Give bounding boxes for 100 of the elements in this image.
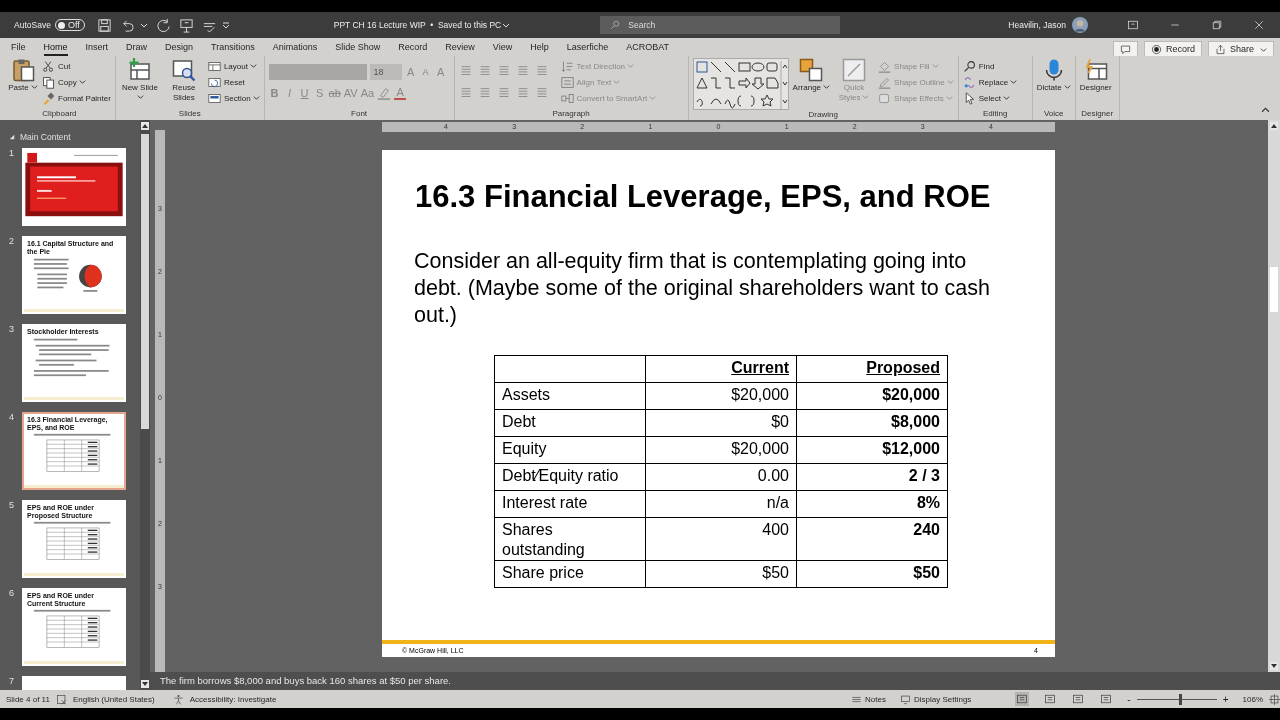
table-cell: 240 bbox=[913, 521, 940, 538]
customize-icon[interactable] bbox=[221, 21, 230, 29]
language-label[interactable]: English (United States) bbox=[72, 694, 155, 704]
accessibility-status[interactable]: Accessibility: Investigate bbox=[189, 694, 277, 704]
autosave-label: AutoSave bbox=[14, 20, 51, 30]
zoom-level[interactable]: 106% bbox=[1242, 694, 1263, 704]
reuse-slides-button[interactable]: Reuse Slides bbox=[163, 58, 204, 103]
spelling-check-icon[interactable] bbox=[55, 693, 67, 705]
slideshow-icon[interactable] bbox=[1099, 692, 1114, 706]
search-icon bbox=[962, 59, 976, 73]
scroll-down-icon[interactable] bbox=[141, 680, 149, 688]
ribbon-tab[interactable]: Record bbox=[389, 38, 437, 56]
caret-icon bbox=[1063, 83, 1071, 90]
caret-icon[interactable] bbox=[502, 21, 511, 29]
ribbon-tab[interactable]: ACROBAT bbox=[617, 38, 679, 56]
table-cell: 0.00 bbox=[757, 467, 789, 484]
row-label: Debt⁄Equity ratio bbox=[502, 466, 620, 486]
table-cell: $50 bbox=[762, 564, 789, 581]
ribbon-tab[interactable]: Review bbox=[436, 38, 484, 56]
section-title[interactable]: Main Content bbox=[20, 132, 71, 142]
close-icon[interactable] bbox=[1253, 19, 1265, 31]
scroll-down-icon[interactable] bbox=[1270, 662, 1278, 670]
table-cell: 2 / 3 bbox=[908, 467, 940, 484]
designer-button[interactable]: Designer bbox=[1079, 58, 1112, 93]
quick-styles-icon bbox=[842, 58, 867, 82]
zoom-slider[interactable] bbox=[1136, 693, 1217, 705]
slide-number: 4 bbox=[8, 412, 15, 422]
table-cell: $12,000 bbox=[882, 440, 940, 457]
copy-button[interactable]: Copy bbox=[42, 74, 111, 90]
document-title[interactable]: PPT CH 16 Lecture WIP • Saved to this PC bbox=[333, 20, 502, 30]
ribbon-tab[interactable]: Design bbox=[156, 38, 203, 56]
pen-icon bbox=[878, 75, 892, 89]
avatar[interactable] bbox=[1072, 17, 1088, 33]
ribbon-tab[interactable]: Transitions bbox=[202, 38, 264, 56]
format-painter-button[interactable]: Format Painter bbox=[42, 90, 111, 106]
slide-number: 5 bbox=[8, 500, 15, 510]
scroll-thumb[interactable] bbox=[1270, 267, 1278, 312]
shapes-gallery-drawing[interactable] bbox=[692, 58, 789, 110]
layout-button[interactable]: Layout bbox=[207, 58, 260, 74]
display-settings-button[interactable]: Display Settings bbox=[900, 693, 972, 705]
normal-view-icon[interactable] bbox=[1015, 692, 1030, 706]
slide-search-icon bbox=[171, 58, 196, 82]
ribbon-tab[interactable]: Animations bbox=[263, 38, 327, 56]
dictate-button[interactable]: Dictate bbox=[1036, 58, 1071, 93]
column-header: Proposed bbox=[866, 359, 940, 376]
caret-icon bbox=[30, 83, 38, 90]
paste-button[interactable]: Paste bbox=[8, 58, 38, 93]
scrollbar[interactable] bbox=[1268, 120, 1280, 672]
zoom-thumb[interactable] bbox=[1178, 693, 1182, 705]
ribbon-tab[interactable]: Draw bbox=[117, 38, 157, 56]
comments-button[interactable] bbox=[1112, 41, 1138, 57]
collapse-icon[interactable] bbox=[9, 134, 15, 140]
scrollbar[interactable] bbox=[140, 120, 150, 690]
scroll-up-icon[interactable] bbox=[1270, 122, 1278, 130]
accessibility-icon[interactable] bbox=[172, 693, 184, 705]
group-label: Clipboard bbox=[41, 109, 78, 120]
caret-icon bbox=[862, 93, 870, 100]
ribbon-tab[interactable]: Home bbox=[34, 38, 77, 56]
speaker-notes[interactable]: The firm borrows $8,000 and buys back 160 shares at $50 per share. bbox=[160, 675, 451, 686]
row-label: Share price bbox=[502, 563, 585, 583]
presentation-icon[interactable] bbox=[178, 17, 194, 33]
search-field[interactable]: Search bbox=[600, 16, 841, 34]
cut-button[interactable]: Cut bbox=[42, 58, 111, 74]
record-icon bbox=[1150, 43, 1162, 55]
save-icon[interactable] bbox=[96, 17, 112, 33]
collapse-ribbon-icon[interactable] bbox=[1261, 105, 1270, 114]
select-button[interactable]: Select bbox=[962, 90, 1018, 106]
display-icon bbox=[900, 693, 911, 705]
ribbon-tab[interactable]: Help bbox=[521, 38, 558, 56]
section-button[interactable]: Section bbox=[207, 90, 260, 106]
ribbon-tab[interactable]: View bbox=[483, 38, 522, 56]
group-label: Editing bbox=[982, 109, 1009, 120]
find-button[interactable]: Find bbox=[962, 58, 1018, 74]
ribbon-tab[interactable]: Slide Show bbox=[326, 38, 390, 56]
ribbon-tab[interactable]: Laserfiche bbox=[557, 38, 618, 56]
replace-icon bbox=[962, 75, 976, 89]
shape-effects-icon bbox=[878, 91, 892, 105]
fit-slide-icon[interactable] bbox=[1269, 693, 1280, 705]
reset-button[interactable]: Reset bbox=[207, 74, 260, 90]
reading-view-icon[interactable] bbox=[1071, 692, 1086, 706]
restore-icon[interactable] bbox=[1211, 19, 1223, 31]
scroll-up-icon[interactable] bbox=[141, 122, 149, 130]
zoom-in-button[interactable]: + bbox=[1222, 693, 1229, 705]
slide-sorter-icon[interactable] bbox=[1043, 692, 1058, 706]
ribbon-tab[interactable]: File bbox=[2, 38, 35, 56]
scroll-thumb[interactable] bbox=[141, 134, 149, 429]
share-button[interactable]: Share bbox=[1207, 41, 1274, 57]
notes-button[interactable]: Notes bbox=[851, 693, 886, 705]
arrange-button[interactable]: Arrange bbox=[792, 58, 831, 93]
reset-icon bbox=[207, 75, 221, 89]
paintbrush-icon bbox=[42, 91, 55, 105]
ribbon-display-icon[interactable] bbox=[1127, 19, 1139, 31]
new-slide-button[interactable]: New Slide bbox=[119, 58, 160, 103]
caret-icon[interactable] bbox=[139, 21, 148, 29]
redo-icon[interactable] bbox=[155, 17, 171, 33]
slide-text: Consider an all-equity firm that is contemplating going into debt. (Maybe some of the original shareholders want to cash out.) bbox=[414, 248, 992, 329]
replace-button[interactable]: Replace bbox=[962, 74, 1018, 90]
ribbon-tab[interactable]: Insert bbox=[76, 38, 118, 56]
record-button[interactable]: Record bbox=[1143, 41, 1202, 57]
zoom-out-button[interactable]: - bbox=[1127, 693, 1131, 705]
